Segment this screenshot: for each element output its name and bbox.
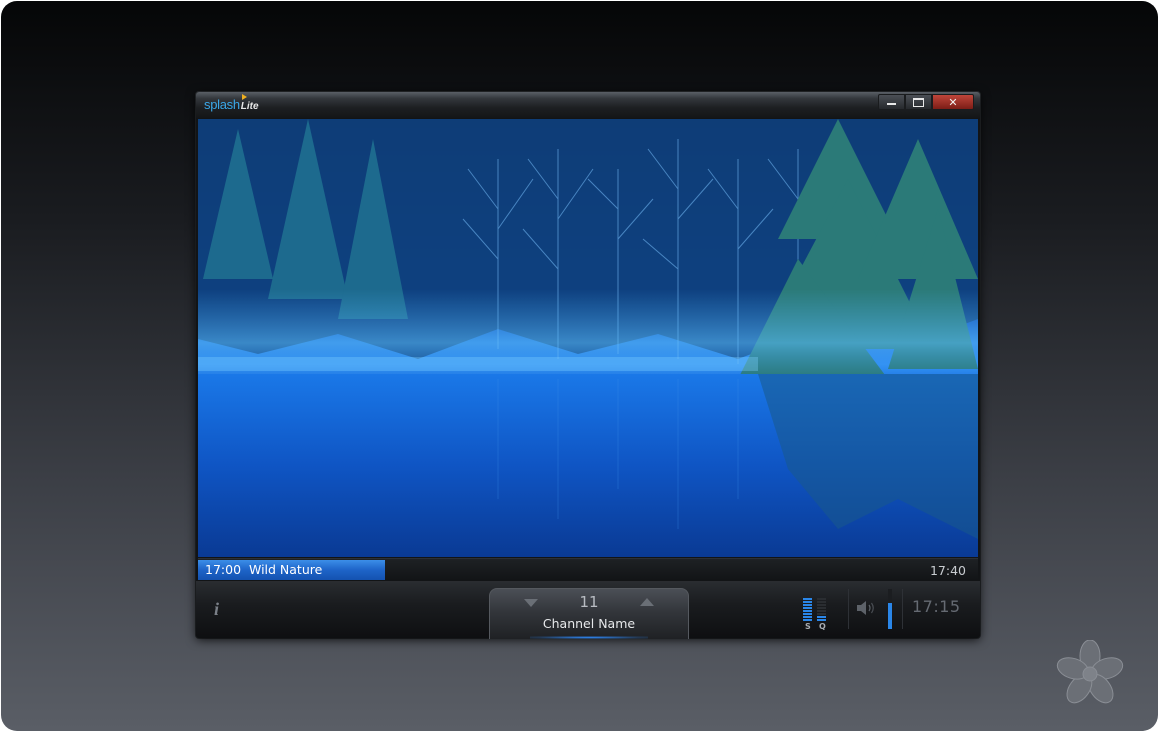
minimize-button[interactable] <box>878 94 905 110</box>
program-info-bar: 17:00 Wild Nature 17:40 <box>198 558 978 580</box>
logo-flag-icon <box>242 94 247 100</box>
signal-quality-label: Q <box>819 622 826 631</box>
maximize-icon <box>913 97 924 107</box>
info-icon[interactable]: i <box>214 599 219 620</box>
window-controls: ✕ <box>878 94 974 110</box>
meter-segment <box>803 607 812 609</box>
meter-segment <box>803 619 812 621</box>
meter-segment <box>803 601 812 603</box>
meter-segment <box>803 610 812 612</box>
meter-segment <box>817 604 826 606</box>
meter-segment <box>803 598 812 600</box>
speaker-icon[interactable] <box>856 600 876 616</box>
meter-segment <box>803 613 812 615</box>
app-logo-splash: splash <box>204 97 240 112</box>
player-window: splash Lite ✕ 17:00 Wild Nature 17:40 i … <box>196 92 980 639</box>
meter-segment <box>817 598 826 600</box>
divider <box>848 589 849 629</box>
volume-slider[interactable] <box>888 589 892 629</box>
program-end-time: 17:40 <box>929 563 966 578</box>
video-frame-nature-scene <box>198 119 978 557</box>
flower-logo-icon <box>1056 640 1124 704</box>
channel-up-icon[interactable] <box>640 598 654 606</box>
title-bar[interactable]: splash Lite ✕ <box>196 92 980 118</box>
meter-segment <box>803 616 812 618</box>
divider <box>902 589 903 629</box>
meter-segment <box>817 601 826 603</box>
program-start-time: 17:00 <box>205 562 242 577</box>
meter-segment <box>817 616 826 618</box>
meter-segment <box>817 607 826 609</box>
channel-name: Channel Name <box>542 616 636 631</box>
signal-strength-bar <box>803 597 812 621</box>
control-bar: i 11 Channel Name S Q 17:15 <box>196 581 980 639</box>
program-title: Wild Nature <box>248 562 323 577</box>
program-now-playing: 17:00 Wild Nature <box>205 562 322 577</box>
channel-selector: 11 Channel Name <box>489 588 689 639</box>
signal-strength-label: S <box>805 622 811 631</box>
maximize-button[interactable] <box>905 94 932 110</box>
volume-level <box>888 603 892 629</box>
meter-segment <box>817 610 826 612</box>
app-logo: splash Lite <box>204 94 259 113</box>
current-time: 17:15 <box>912 597 961 616</box>
video-display[interactable] <box>198 119 978 557</box>
meter-segment <box>803 604 812 606</box>
channel-glow <box>530 636 648 639</box>
signal-quality-meter: S Q <box>803 591 835 631</box>
meter-segment <box>817 613 826 615</box>
signal-quality-bar <box>817 597 826 621</box>
close-button[interactable]: ✕ <box>932 94 974 110</box>
close-icon: ✕ <box>948 95 958 109</box>
minimize-icon <box>887 103 896 105</box>
app-logo-lite: Lite <box>240 101 259 112</box>
channel-number: 11 <box>579 593 599 611</box>
meter-segment <box>817 619 826 621</box>
